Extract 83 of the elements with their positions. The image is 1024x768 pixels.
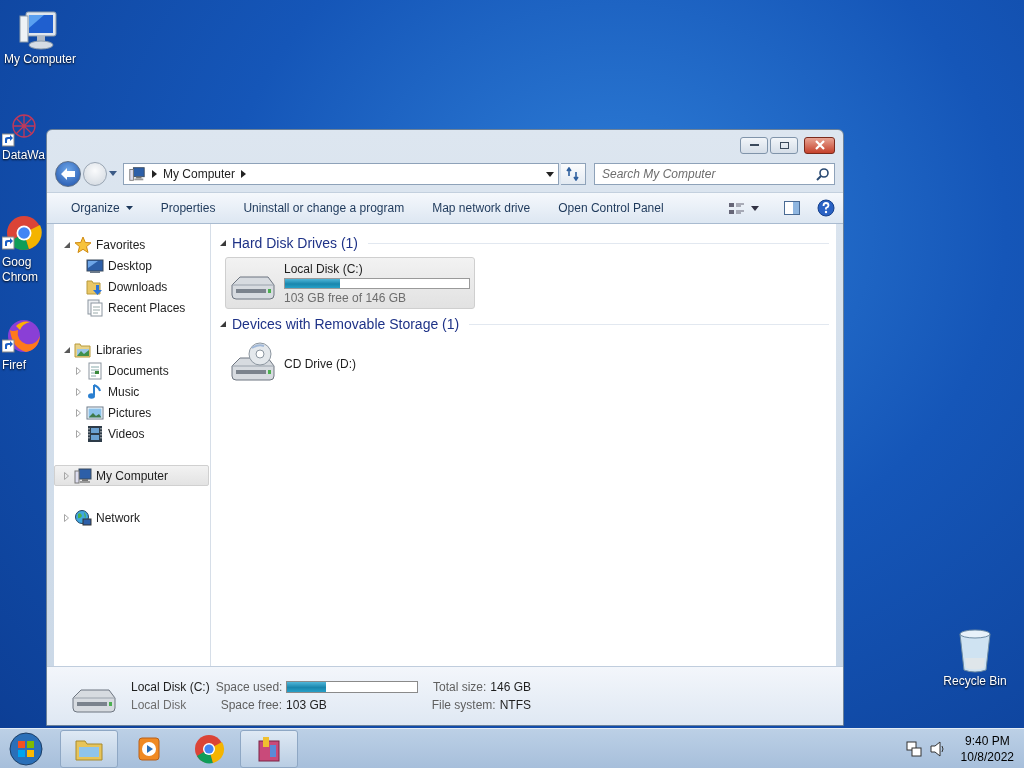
folder-icon: [74, 340, 92, 359]
volume-icon[interactable]: [928, 739, 947, 758]
dropdown-caret-icon[interactable]: [546, 171, 554, 177]
group-heading[interactable]: Devices with Removable Storage (1): [232, 316, 460, 332]
field-value: 103 GB: [286, 698, 327, 712]
expanded-arrow-icon[interactable]: [220, 321, 226, 327]
star-icon: [74, 235, 92, 254]
help-icon[interactable]: [817, 199, 835, 217]
field-label: Space used:: [215, 680, 283, 694]
time-text: 9:40 PM: [964, 732, 1010, 749]
nav-item[interactable]: Libraries: [54, 339, 209, 360]
refresh-button[interactable]: [561, 163, 586, 185]
date-text: 10/8/2022: [960, 748, 1014, 765]
network-icon[interactable]: [904, 739, 923, 758]
folder-icon: [86, 277, 104, 296]
clock[interactable]: 9:40 PM 10/8/2022: [948, 732, 1024, 765]
chrome-icon: [193, 732, 225, 765]
field-label: File system:: [431, 698, 496, 712]
view-list-icon: [728, 201, 745, 215]
minimize-icon: [749, 143, 759, 147]
toolbar-button[interactable]: Map network drive: [418, 197, 545, 219]
maximize-button[interactable]: [770, 136, 798, 154]
close-button[interactable]: [804, 136, 835, 154]
drive-item[interactable]: CD Drive (D:): [225, 338, 475, 390]
search-field[interactable]: Search My Computer: [594, 163, 835, 185]
nav-item[interactable]: Recent Places: [54, 297, 209, 318]
chevron-icon[interactable]: [241, 170, 247, 178]
drive-item[interactable]: Local Disk (C:) 103 GB free of 146 GB: [225, 257, 475, 309]
nav-item[interactable]: Videos: [54, 423, 209, 444]
toolbar-button[interactable]: Properties: [146, 197, 230, 219]
globe-icon: [74, 508, 92, 527]
music-note-icon: [86, 382, 104, 401]
field-value: NTFS: [499, 698, 532, 712]
search-icon: [816, 167, 830, 181]
document-icon: [86, 298, 104, 317]
nav-item[interactable]: Network: [54, 507, 209, 528]
nav-item[interactable]: Music: [54, 381, 209, 402]
toolbar-button[interactable]: Open Control Panel: [544, 197, 678, 219]
icon-label: Goog: [2, 255, 32, 270]
drive-name: Local Disk (C:): [284, 261, 364, 276]
nav-item[interactable]: Favorites: [54, 234, 209, 255]
chevron-icon[interactable]: [152, 170, 157, 178]
monitor-icon: [86, 256, 104, 275]
nav-item[interactable]: Pictures: [54, 402, 209, 423]
field-label: Total size:: [433, 680, 487, 694]
toolbar-button[interactable]: Organize: [57, 197, 147, 219]
field-label: Space free:: [220, 698, 283, 712]
nav-item[interactable]: Downloads: [54, 276, 209, 297]
caret-icon: [751, 205, 759, 211]
computer-icon: [128, 165, 146, 183]
nav-item[interactable]: Desktop: [54, 255, 209, 276]
drive-capacity: 103 GB free of 146 GB: [284, 290, 408, 305]
expanded-arrow-icon[interactable]: [63, 241, 70, 248]
drive-name: Local Disk (C:): [131, 680, 210, 694]
back-arrow-icon: [60, 167, 76, 181]
back-button[interactable]: [55, 161, 81, 187]
icon-label: Recycle Bin: [943, 674, 1007, 689]
computer-icon: [74, 466, 92, 485]
preview-pane-icon: [783, 200, 801, 216]
caret-icon: [125, 206, 133, 210]
drive-name: CD Drive (D:): [284, 357, 357, 371]
expanded-arrow-icon[interactable]: [63, 346, 70, 353]
minimize-button[interactable]: [740, 136, 768, 154]
close-icon: [813, 140, 826, 150]
nav-item[interactable]: Documents: [54, 360, 209, 381]
toolbar-button[interactable]: Uninstall or change a program: [229, 197, 419, 219]
icon-label: Chrom: [2, 270, 38, 285]
icon-label: My Computer: [4, 52, 76, 67]
image-icon: [86, 403, 104, 422]
icon-label: Firef: [2, 358, 26, 373]
taskbar-button[interactable]: [240, 729, 298, 768]
field-value: 146 GB: [490, 680, 532, 694]
breadcrumb[interactable]: My Computer: [163, 167, 236, 181]
maximize-icon: [779, 141, 789, 149]
drive-type: Local Disk: [131, 698, 188, 712]
nav-item[interactable]: My Computer: [54, 465, 209, 486]
expanded-arrow-icon[interactable]: [220, 240, 226, 246]
film-icon: [86, 424, 104, 443]
address-bar[interactable]: My Computer: [123, 163, 559, 185]
document-icon: [86, 361, 104, 380]
icon-label: DataWa: [2, 148, 45, 163]
group-heading[interactable]: Hard Disk Drives (1): [232, 235, 358, 251]
refresh-icon: [566, 167, 580, 181]
